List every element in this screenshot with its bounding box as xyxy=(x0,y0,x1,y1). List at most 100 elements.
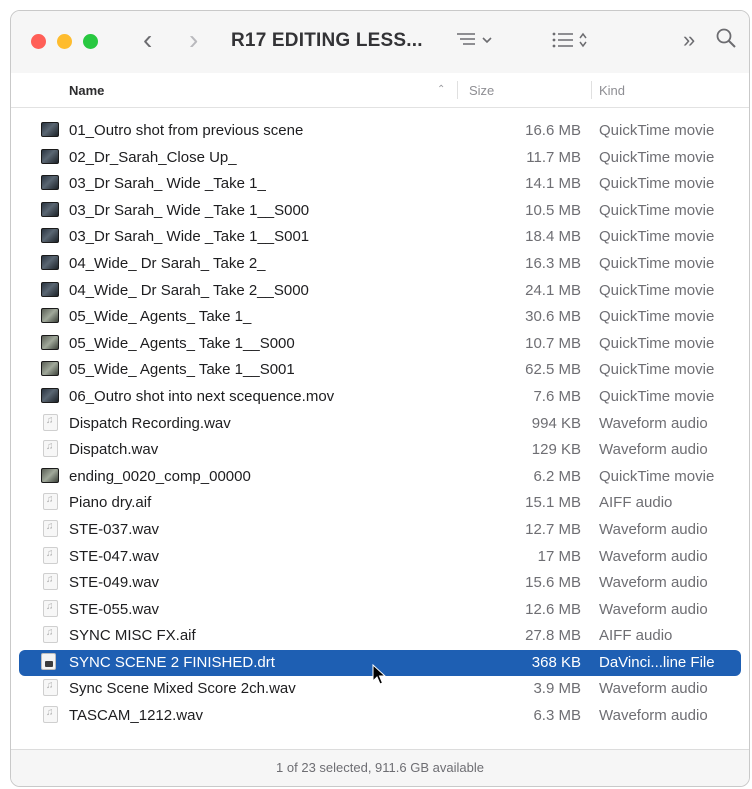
audio-file-icon xyxy=(43,493,58,511)
file-row[interactable]: 03_Dr Sarah_ Wide _Take 1_ 14.1 MB QuickTi… xyxy=(11,171,749,198)
file-name: 05_Wide_ Agents_ Take 1__S000 xyxy=(69,334,295,352)
file-size: 368 KB xyxy=(531,653,581,671)
file-name: 05_Wide_ Agents_ Take 1_ xyxy=(69,308,252,326)
file-row[interactable]: Dispatch Recording.wav 994 KB Waveform aud… xyxy=(11,411,749,438)
file-row[interactable]: Piano dry.aif 15.1 MB AIFF audio xyxy=(11,490,749,517)
file-name: ending_0020_comp_00000 xyxy=(69,467,251,485)
file-kind: QuickTime movie xyxy=(599,228,715,246)
movie-file-icon xyxy=(41,228,59,244)
file-name: STE-055.wav xyxy=(69,600,160,618)
file-row[interactable]: 04_Wide_ Dr Sarah_ Take 2__S000 24.1 MB Qu… xyxy=(11,278,749,305)
file-kind: Waveform audio xyxy=(599,680,708,698)
file-name: Sync Scene Mixed Score 2ch.wav xyxy=(69,680,296,698)
file-row[interactable]: SYNC MISC FX.aif 27.8 MB AIFF audio xyxy=(11,623,749,650)
file-size: 6.2 MB xyxy=(533,467,581,485)
file-row[interactable]: ending_0020_comp_00000 6.2 MB QuickTime mo… xyxy=(11,464,749,491)
file-name: SYNC MISC FX.aif xyxy=(69,627,196,645)
search-icon[interactable] xyxy=(715,27,737,55)
sort-chevron-icon[interactable]: ⌃ xyxy=(437,84,445,95)
audio-file-icon xyxy=(43,440,58,458)
column-name[interactable]: Name xyxy=(69,83,104,98)
file-row[interactable]: STE-047.wav 17 MB Waveform audio xyxy=(11,544,749,571)
file-row[interactable]: 04_Wide_ Dr Sarah_ Take 2_ 16.3 MB QuickTi… xyxy=(11,251,749,278)
file-size: 129 KB xyxy=(531,441,581,459)
minimize-button[interactable] xyxy=(57,34,72,49)
audio-file-icon xyxy=(43,679,58,697)
file-kind: QuickTime movie xyxy=(599,387,715,405)
zoom-button[interactable] xyxy=(83,34,98,49)
file-row[interactable]: 05_Wide_ Agents_ Take 1__S001 62.5 MB Quic… xyxy=(11,357,749,384)
file-row[interactable]: STE-037.wav 12.7 MB Waveform audio xyxy=(11,517,749,544)
file-size: 30.6 MB xyxy=(525,308,581,326)
movie-file-icon xyxy=(41,334,59,350)
file-name: 01_Outro shot from previous scene xyxy=(69,122,304,139)
file-kind: QuickTime movie xyxy=(599,122,715,139)
file-size: 12.7 MB xyxy=(525,520,581,538)
audio-file-icon xyxy=(43,573,58,591)
movie-file-icon xyxy=(41,254,59,270)
file-size: 24.1 MB xyxy=(525,281,581,299)
movie-file-icon xyxy=(41,148,59,164)
file-kind: Waveform audio xyxy=(599,707,708,725)
file-name: 03_Dr Sarah_ Wide _Take 1__S000 xyxy=(69,201,310,219)
file-row[interactable]: TASCAM_1212.wav 6.3 MB Waveform audio xyxy=(11,703,749,730)
movie-file-icon xyxy=(41,281,59,297)
file-row[interactable]: 02_Dr_Sarah_Close Up_ 11.7 MB QuickTime mo… xyxy=(11,145,749,172)
audio-file-icon xyxy=(43,599,58,617)
file-row[interactable]: STE-049.wav 15.6 MB Waveform audio xyxy=(11,570,749,597)
more-icon[interactable]: » xyxy=(683,27,695,53)
file-name: 04_Wide_ Dr Sarah_ Take 2__S000 xyxy=(69,281,309,299)
movie-file-icon xyxy=(41,361,59,377)
list-view-icon[interactable] xyxy=(455,30,495,56)
audio-file-icon xyxy=(43,413,58,431)
status-bar: 1 of 23 selected, 911.6 GB available xyxy=(11,749,749,786)
file-kind: QuickTime movie xyxy=(599,281,715,299)
file-kind: QuickTime movie xyxy=(599,361,715,379)
column-divider[interactable] xyxy=(457,81,458,99)
chevron-left-icon[interactable]: ‹ xyxy=(143,25,152,55)
file-kind: Waveform audio xyxy=(599,600,708,618)
file-row[interactable]: 01_Outro shot from previous scene 16.6 MB… xyxy=(11,118,749,145)
window-title: R17 EDITING LESS... xyxy=(231,30,423,51)
column-kind[interactable]: Kind xyxy=(599,83,625,98)
file-row[interactable]: 03_Dr Sarah_ Wide _Take 1__S000 10.5 MB Qu… xyxy=(11,198,749,225)
column-divider[interactable] xyxy=(591,81,592,99)
file-kind: QuickTime movie xyxy=(599,467,715,485)
file-row[interactable]: 06_Outro shot into next scequence.mov 7.6… xyxy=(11,384,749,411)
file-row[interactable]: STE-055.wav 12.6 MB Waveform audio xyxy=(11,597,749,624)
file-kind: Waveform audio xyxy=(599,441,708,459)
file-size: 7.6 MB xyxy=(533,387,581,405)
file-name: Dispatch.wav xyxy=(69,441,159,459)
file-name: STE-037.wav xyxy=(69,520,160,538)
file-name: 02_Dr_Sarah_Close Up_ xyxy=(69,148,237,166)
file-size: 15.1 MB xyxy=(525,494,581,512)
file-name: 06_Outro shot into next scequence.mov xyxy=(69,387,335,405)
file-kind: Waveform audio xyxy=(599,520,708,538)
file-size: 62.5 MB xyxy=(525,361,581,379)
file-kind: QuickTime movie xyxy=(599,148,715,166)
file-kind: Waveform audio xyxy=(599,414,708,432)
file-row[interactable]: 05_Wide_ Agents_ Take 1_ 30.6 MB QuickTime… xyxy=(11,304,749,331)
column-size[interactable]: Size xyxy=(469,83,494,98)
file-name: STE-047.wav xyxy=(69,547,160,565)
file-size: 994 KB xyxy=(531,414,581,432)
chevron-right-icon[interactable]: › xyxy=(189,25,198,55)
file-row[interactable]: Dispatch.wav 129 KB Waveform audio xyxy=(11,437,749,464)
file-kind: QuickTime movie xyxy=(599,254,715,272)
close-button[interactable] xyxy=(31,34,46,49)
file-kind: AIFF audio xyxy=(599,627,673,645)
audio-file-icon xyxy=(43,706,58,724)
audio-file-icon xyxy=(43,546,58,564)
file-kind: DaVinci...line File xyxy=(599,653,715,671)
file-row[interactable]: 03_Dr Sarah_ Wide _Take 1__S001 18.4 MB Qu… xyxy=(11,224,749,251)
file-name: 03_Dr Sarah_ Wide _Take 1__S001 xyxy=(69,228,310,246)
file-list: 01_Outro shot from previous scene 16.6 MB… xyxy=(11,118,749,730)
file-name: Piano dry.aif xyxy=(69,494,152,512)
file-name: Dispatch Recording.wav xyxy=(69,414,231,432)
file-size: 16.6 MB xyxy=(525,122,581,139)
movie-file-icon xyxy=(41,387,59,403)
group-icon[interactable] xyxy=(551,30,591,56)
file-name: 03_Dr Sarah_ Wide _Take 1_ xyxy=(69,175,266,193)
file-kind: QuickTime movie xyxy=(599,334,715,352)
file-row[interactable]: 05_Wide_ Agents_ Take 1__S000 10.7 MB Quic… xyxy=(11,331,749,358)
